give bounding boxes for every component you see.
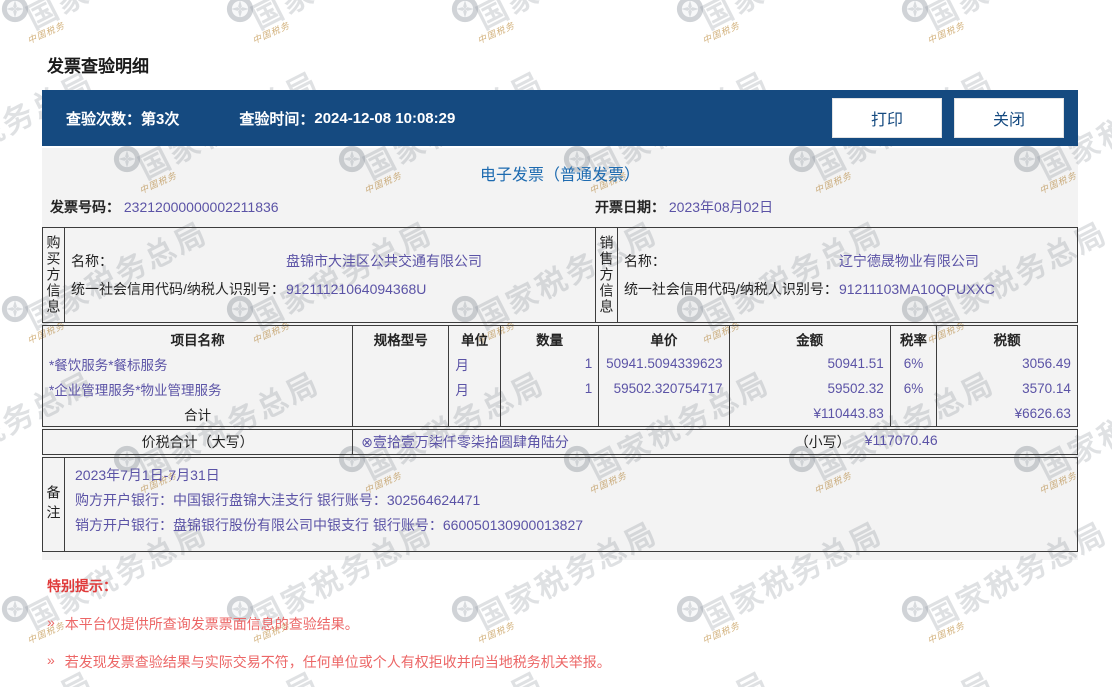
- grand-total-label: 价税合计（大写）: [141, 434, 254, 450]
- cell-price: 59502.320754717: [598, 376, 728, 401]
- seller-side-label: 销售方信息: [596, 228, 618, 322]
- invoice-panel: 电子发票（普通发票） 发票号码： 23212000000002211836 开票…: [42, 148, 1078, 560]
- seller-taxid-value: 91211103MA10QPUXXC: [838, 281, 995, 297]
- buyer-name-label: 名称：: [71, 253, 113, 269]
- items-table-header: 项目名称 规格型号 单位 数量 单价 金额 税率 税额: [43, 326, 1077, 351]
- buyer-section: 购买方信息 名称： 盘锦市大洼区公共交通有限公司 统一社会信用代码/纳税人识别号…: [43, 228, 595, 322]
- col-header-qty: 数量: [500, 326, 598, 351]
- cell-tax_rate: 6%: [889, 376, 937, 401]
- col-header-tax-rate: 税率: [889, 326, 937, 351]
- items-table: 项目名称 规格型号 单位 数量 单价 金额 税率 税额 *餐饮服务*餐标服务月 1…: [42, 325, 1078, 427]
- cell-tax: 3570.14: [936, 376, 1077, 401]
- notice-bullet-icon: »: [47, 614, 55, 630]
- col-header-item-name: 项目名称: [170, 332, 225, 348]
- items-total-row: 合计 ¥110443.83 ¥6626.63: [43, 401, 1077, 426]
- cell-qty: 1: [500, 351, 598, 376]
- col-header-price: 单价: [598, 326, 728, 351]
- invoice-number-value: 23212000000002211836: [123, 199, 279, 215]
- col-header-amount: 金额: [728, 326, 890, 351]
- cell-qty: 1: [500, 376, 598, 401]
- check-count: 查验次数： 第3次: [66, 108, 179, 129]
- items-rows: *餐饮服务*餐标服务月 1 50941.5094339623 50941.51 6% 30…: [43, 351, 1077, 401]
- table-row: *企业管理服务*物业管理服务 月 1 59502.320754717 59502.32 6…: [43, 376, 1077, 401]
- check-count-label: 查验次数：: [66, 110, 142, 128]
- buyer-name-value: 盘锦市大洼区公共交通有限公司: [286, 253, 482, 269]
- invoice-type-title: 电子发票（普通发票）: [479, 167, 640, 184]
- check-count-value: 第3次: [141, 110, 180, 128]
- party-box: 购买方信息 名称： 盘锦市大洼区公共交通有限公司 统一社会信用代码/纳税人识别号…: [42, 227, 1078, 323]
- cell-unit: 月: [448, 351, 500, 376]
- remarks-box: 备注 2023年7月1日-7月31日购方开户银行：中国银行盘锦大洼支行 银行账号…: [42, 457, 1078, 552]
- page-title: 发票查验明细: [47, 57, 149, 76]
- cell-spec: [352, 376, 448, 401]
- seller-taxid-label: 统一社会信用代码/纳税人识别号：: [623, 281, 838, 297]
- cell-tax: 3056.49: [936, 351, 1077, 376]
- remarks-content: 2023年7月1日-7月31日购方开户银行：中国银行盘锦大洼支行 银行账号：30…: [65, 458, 1077, 551]
- remark-line: 购方开户银行：中国银行盘锦大洼支行 银行账号：302564624471: [75, 492, 481, 508]
- cell-name: *企业管理服务*物业管理服务: [49, 382, 222, 398]
- cell-amount: 50941.51: [728, 351, 890, 376]
- notice-item: » 本平台仅提供所查询发票票面信息的查验结果。: [47, 614, 1047, 634]
- col-header-spec: 规格型号: [352, 326, 448, 351]
- remarks-side-label: 备注: [43, 458, 65, 551]
- invoice-date-value: 2023年08月02日: [668, 199, 774, 215]
- notice-item: » 若发现发票查验结果与实际交易不符，任何单位或个人有权拒收并向当地税务机关举报。: [47, 652, 1047, 672]
- verification-bar: 查验次数： 第3次 查验时间： 2024-12-08 10:08:29 打印 关…: [42, 90, 1078, 146]
- total-label: 合计: [184, 407, 212, 423]
- buyer-taxid-label: 统一社会信用代码/纳税人识别号：: [71, 281, 285, 297]
- total-tax: ¥6626.63: [936, 401, 1077, 426]
- col-header-unit: 单位: [448, 326, 500, 351]
- seller-name-value: 辽宁德晟物业有限公司: [838, 253, 979, 269]
- check-time-label: 查验时间：: [239, 110, 315, 128]
- cell-amount: 59502.32: [728, 376, 890, 401]
- notice-text: 若发现发票查验结果与实际交易不符，任何单位或个人有权拒收并向当地税务机关举报。: [64, 654, 611, 670]
- cell-tax_rate: 6%: [889, 351, 937, 376]
- seller-section: 销售方信息 名称： 辽宁德晟物业有限公司 统一社会信用代码/纳税人识别号： 91…: [594, 228, 1077, 322]
- check-time-value: 2024-12-08 10:08:29: [314, 109, 456, 127]
- total-amount: ¥110443.83: [728, 401, 890, 426]
- print-button[interactable]: 打印: [832, 98, 942, 138]
- amount-in-figures: ¥117070.46: [864, 432, 938, 448]
- invoice-number-label: 发票号码：: [50, 199, 120, 215]
- special-notice: 特别提示： » 本平台仅提供所查询发票票面信息的查验结果。 » 若发现发票查验结果与实…: [47, 576, 1047, 672]
- remark-line: 销方开户银行：盘锦银行股份有限公司中银支行 银行账号：6600501309000…: [75, 517, 584, 533]
- invoice-date-label: 开票日期：: [595, 199, 665, 215]
- buyer-taxid-value: 91211121064094368U: [286, 281, 427, 297]
- buyer-side-label: 购买方信息: [43, 228, 65, 322]
- check-time: 查验时间： 2024-12-08 10:08:29: [239, 108, 455, 129]
- cell-unit: 月: [448, 376, 500, 401]
- cell-price: 50941.5094339623: [598, 351, 728, 376]
- remark-line: 2023年7月1日-7月31日: [75, 467, 220, 483]
- grand-total-row: 价税合计（大写） ⊗壹拾壹万柒仟零柒拾圆肆角陆分 （小写） ¥117070.46: [42, 429, 1078, 455]
- small-figures-label: （小写）: [794, 434, 851, 450]
- cell-name: *餐饮服务*餐标服务: [49, 357, 168, 373]
- notice-text: 本平台仅提供所查询发票票面信息的查验结果。: [64, 616, 359, 632]
- notice-items: » 本平台仅提供所查询发票票面信息的查验结果。 » 若发现发票查验结果与实际交易不符，…: [47, 614, 1047, 672]
- special-notice-title: 特别提示：: [47, 578, 117, 594]
- amount-in-words: ⊗壹拾壹万柒仟零柒拾圆肆角陆分: [361, 434, 569, 450]
- seller-name-label: 名称：: [623, 253, 666, 269]
- close-button[interactable]: 关闭: [954, 98, 1064, 138]
- cell-spec: [352, 351, 448, 376]
- table-row: *餐饮服务*餐标服务 月 1 50941.5094339623 50941.51 6% 30…: [43, 351, 1077, 376]
- notice-bullet-icon: »: [47, 652, 55, 668]
- col-header-tax: 税额: [936, 326, 1077, 351]
